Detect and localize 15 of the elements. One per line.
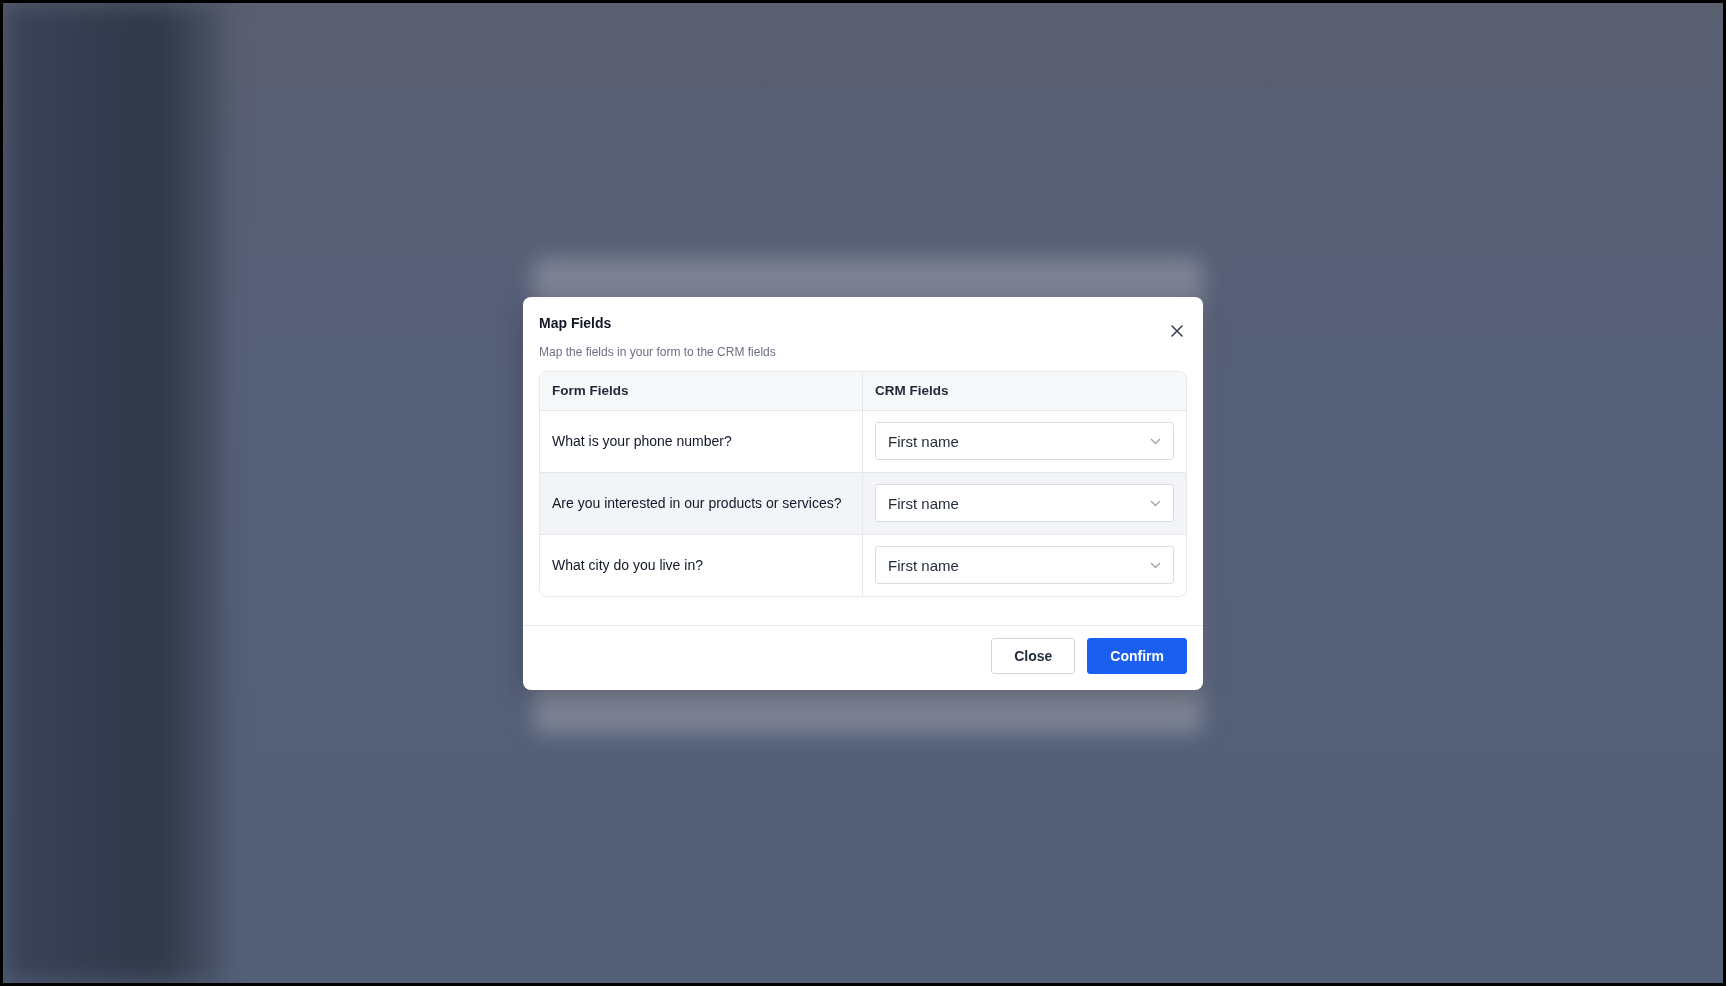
chevron-down-icon	[1150, 499, 1161, 507]
form-field-label: What city do you live in?	[552, 557, 703, 573]
chevron-down-icon	[1150, 437, 1161, 445]
close-button[interactable]: Close	[991, 637, 1076, 674]
column-header: CRM Fields	[862, 371, 1186, 410]
crm-field-dropdown[interactable]: First name	[875, 546, 1174, 584]
crm-field-dropdown[interactable]: First name	[875, 484, 1174, 522]
chevron-down-icon	[1150, 561, 1161, 569]
confirm-button[interactable]: Confirm	[1087, 637, 1187, 674]
dialog-subtitle: Map the fields in your form to the CRM fields	[539, 344, 776, 359]
crm-field-dropdown[interactable]: First name	[875, 422, 1174, 460]
dialog-title: Map Fields	[539, 314, 613, 331]
form-field-label: Are you interested in our products or services?	[552, 495, 842, 511]
column-header: Form Fields	[551, 382, 630, 400]
form-field-label: What is your phone number?	[552, 433, 732, 449]
